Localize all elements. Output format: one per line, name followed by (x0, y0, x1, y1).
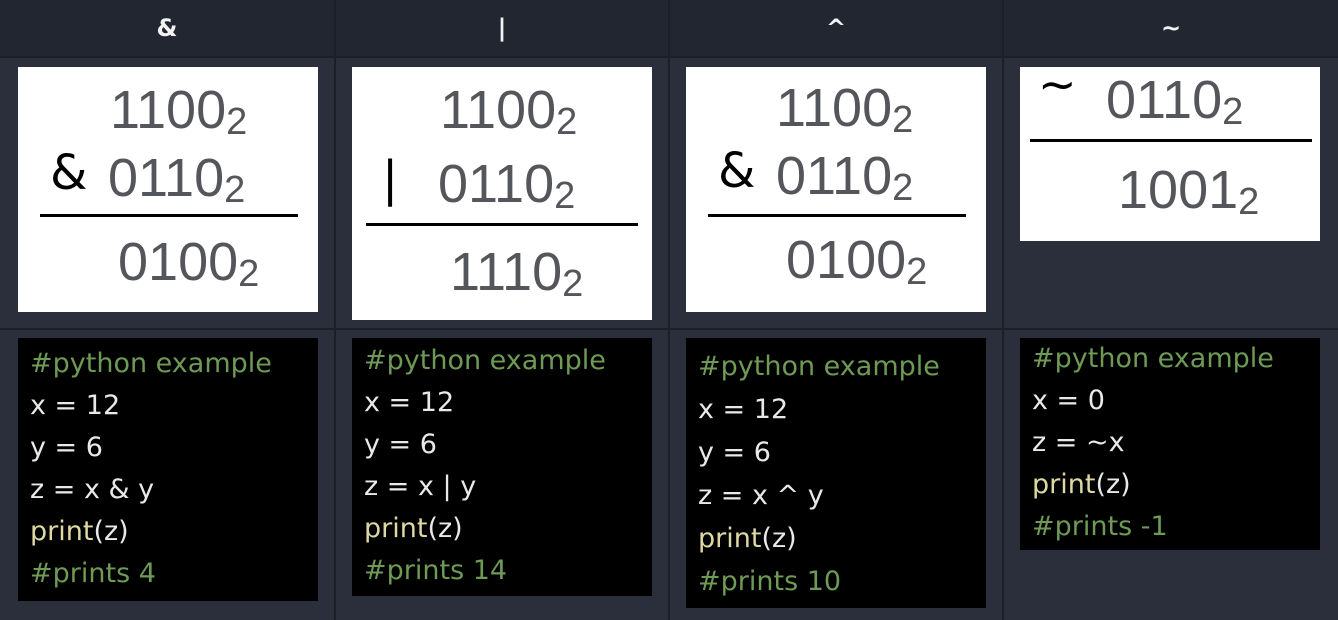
xor-code-block: #python example x = 12 y = 6 z = x ^ y p… (686, 338, 986, 608)
header-or: | (336, 0, 668, 56)
code-line-y: y = 6 (30, 432, 103, 463)
result-line (1030, 139, 1312, 142)
code-line-x: x = 12 (30, 390, 121, 421)
code-line-y: y = 6 (364, 429, 437, 460)
code-line-x: x = 12 (364, 387, 455, 418)
header-not: ~ (1004, 0, 1338, 56)
or-operator: | (382, 151, 399, 207)
code-line-y: y = 6 (698, 437, 771, 468)
code-print-line: print(z) (1032, 469, 1131, 500)
column-divider (1002, 0, 1004, 620)
code-output-comment: #prints 10 (698, 566, 842, 597)
code-line-x: x = 12 (698, 394, 789, 425)
result-line (708, 214, 966, 217)
code-comment: #python example (1032, 343, 1274, 374)
operand-b: 01102 (1106, 70, 1244, 133)
operand-a: 11002 (110, 80, 248, 143)
column-divider (334, 0, 336, 620)
result-value: 01002 (786, 230, 928, 293)
code-output-comment: #prints 4 (30, 558, 156, 589)
and-code-block: #python example x = 12 y = 6 z = x & y p… (18, 338, 318, 601)
code-line-z: z = x | y (364, 471, 477, 502)
result-value: 10012 (1118, 160, 1260, 223)
result-value: 11102 (450, 242, 584, 305)
code-comment: #python example (30, 348, 272, 379)
code-print-line: print(z) (698, 523, 797, 554)
operand-b: 01102 (438, 154, 576, 217)
and-operator: & (50, 145, 88, 201)
bitwise-operators-table: & | ^ ~ 11002 & 01102 01002 #python exam… (0, 0, 1338, 620)
code-line-x: x = 0 (1032, 385, 1105, 416)
result-line (366, 223, 638, 226)
code-comment: #python example (364, 345, 606, 376)
not-code-block: #python example x = 0 z = ~x print(z) #p… (1020, 338, 1320, 550)
or-math-panel: 11002 | 01102 11102 (352, 67, 652, 320)
xor-panel-operator: & (718, 143, 756, 199)
code-line-z: z = x & y (30, 474, 155, 505)
result-value: 01002 (118, 232, 260, 295)
column-divider (668, 0, 670, 620)
or-code-block: #python example x = 12 y = 6 z = x | y p… (352, 338, 652, 596)
xor-math-panel: 11002 & 01102 01002 (686, 67, 986, 312)
and-math-panel: 11002 & 01102 01002 (18, 67, 318, 312)
header-xor: ^ (670, 0, 1002, 56)
operand-a: 11002 (440, 80, 578, 143)
code-print-line: print(z) (364, 513, 463, 544)
header-and: & (0, 0, 334, 56)
operand-a: 11002 (776, 78, 914, 141)
result-line (40, 214, 298, 217)
code-line-z: z = ~x (1032, 427, 1125, 458)
code-comment: #python example (698, 351, 940, 382)
code-output-comment: #prints 14 (364, 555, 508, 586)
code-line-z: z = x ^ y (698, 480, 824, 511)
operand-b: 01102 (108, 148, 246, 211)
operand-b: 01102 (776, 146, 914, 209)
not-math-panel: ~ 01102 10012 (1020, 61, 1320, 241)
code-print-line: print(z) (30, 516, 129, 547)
code-output-comment: #prints -1 (1032, 511, 1168, 542)
not-operator: ~ (1038, 57, 1077, 111)
